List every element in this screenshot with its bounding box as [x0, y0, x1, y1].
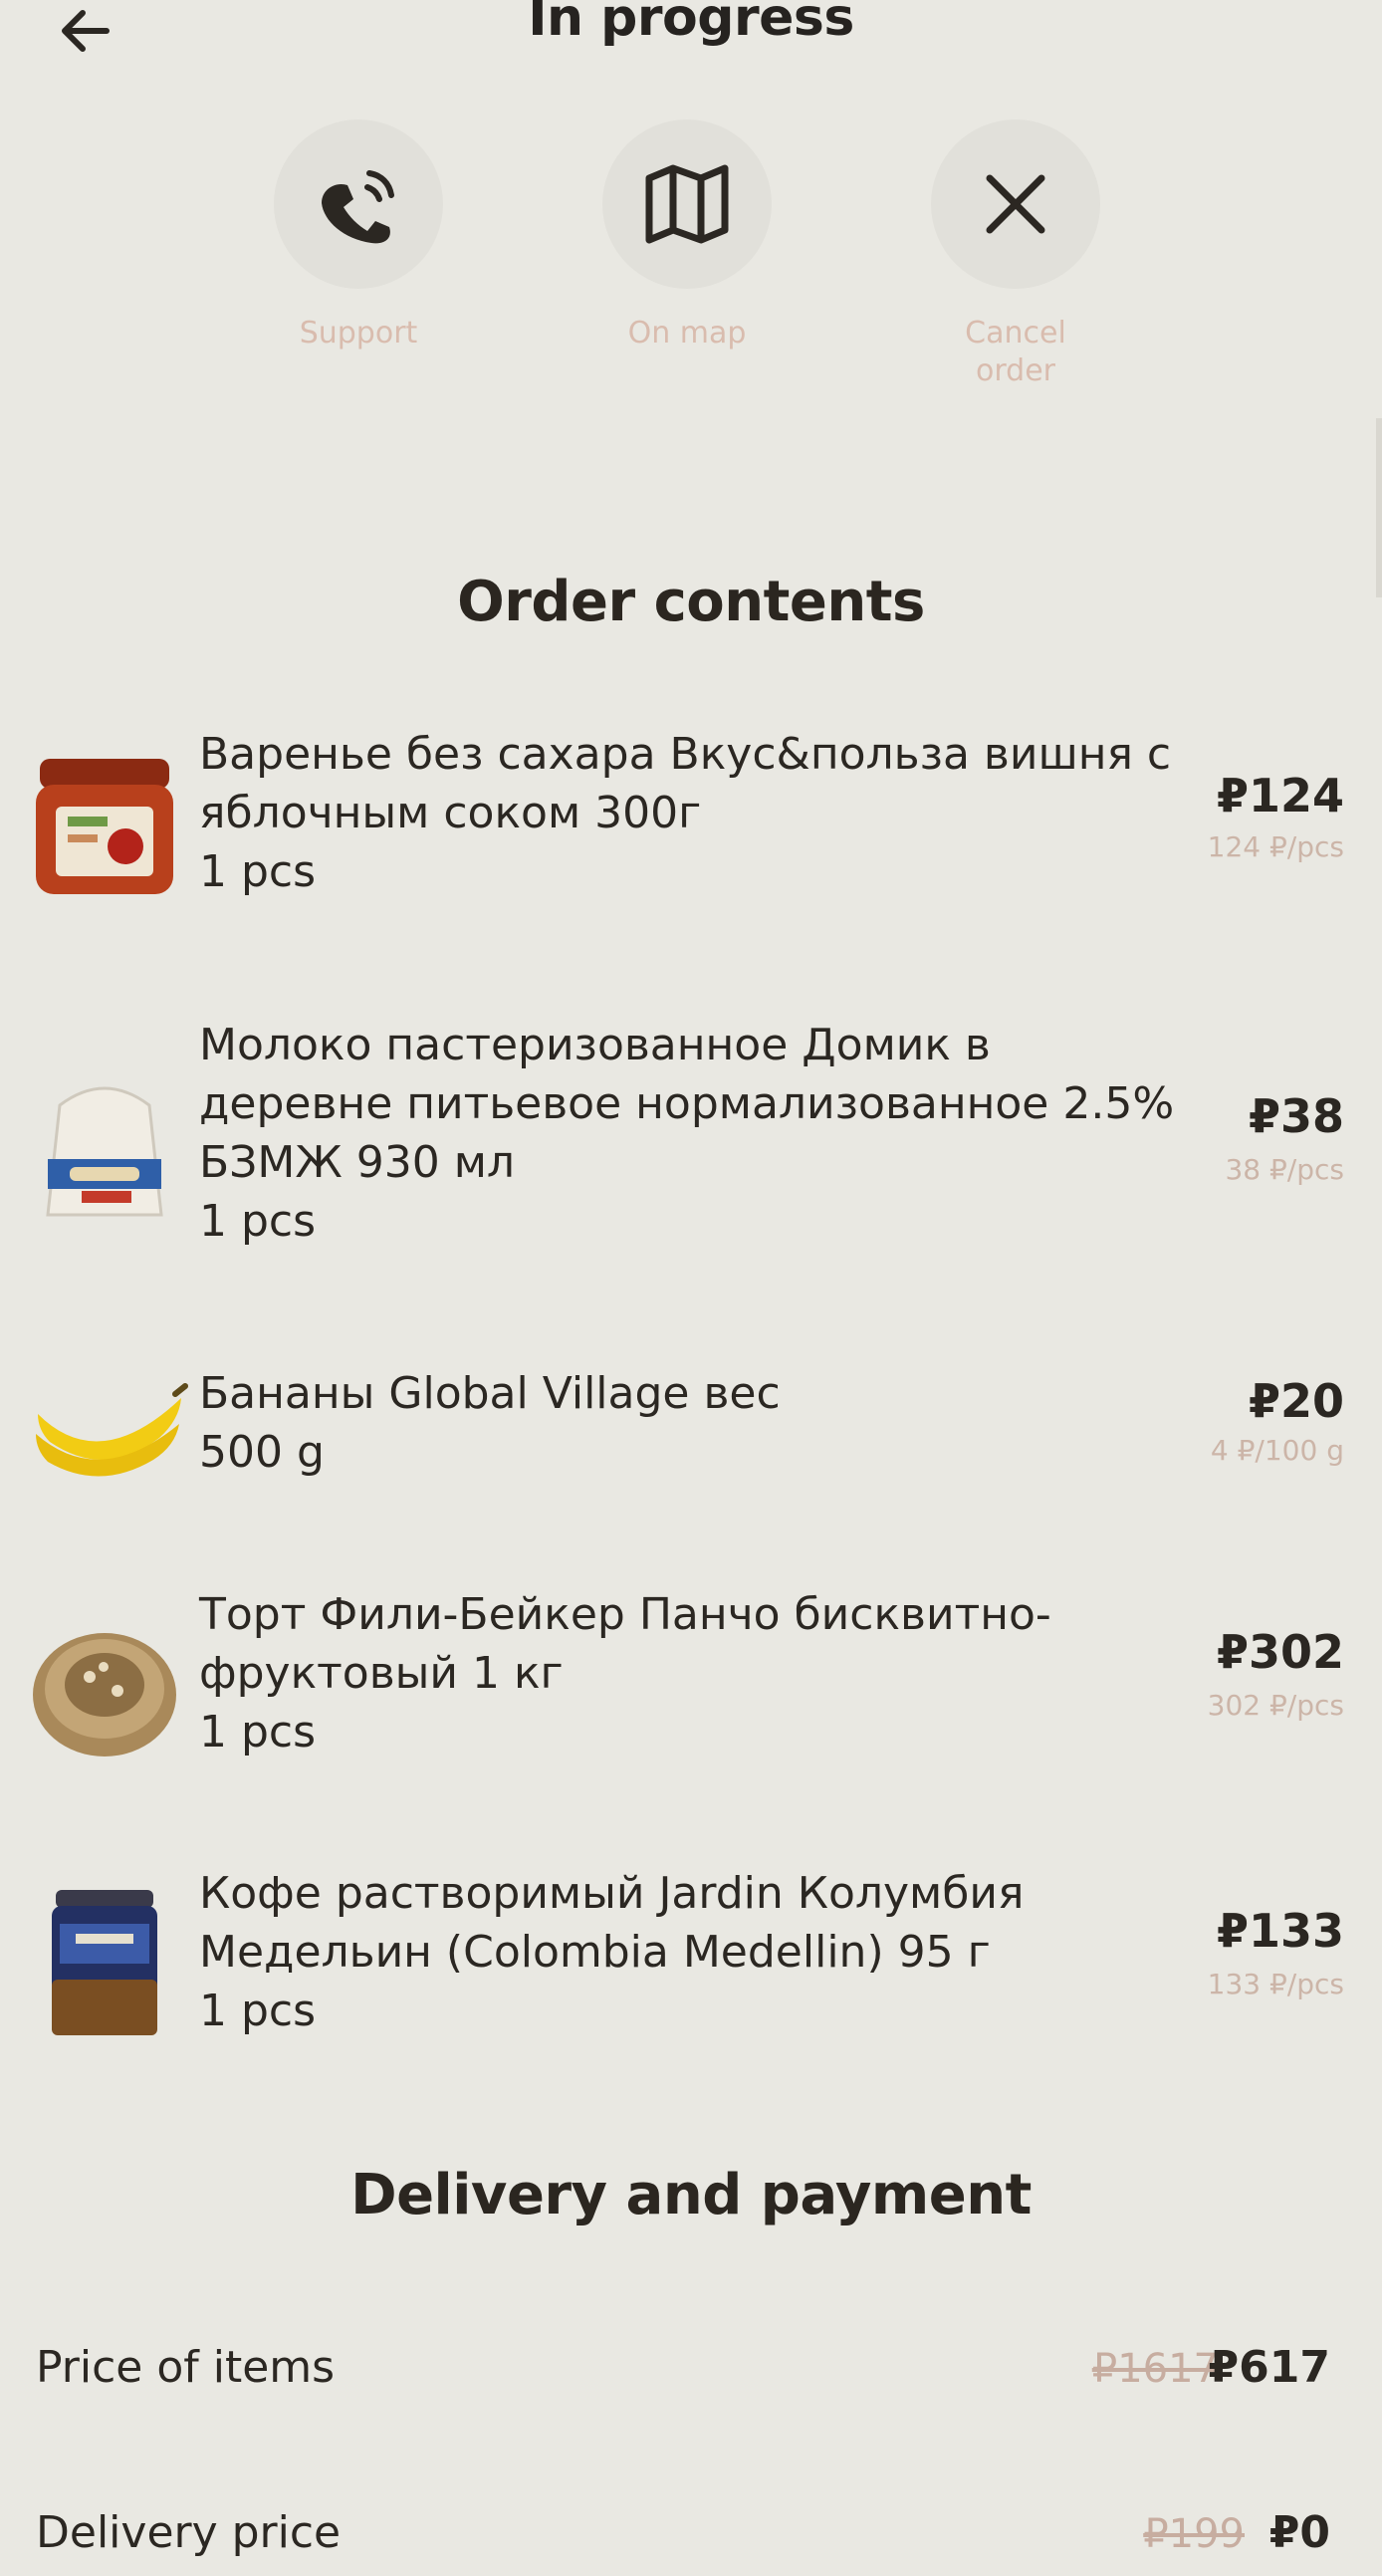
- product-image-cake: [30, 1615, 179, 1764]
- product-image-bananas: [30, 1358, 188, 1508]
- cancel-order-button[interactable]: Cancel order: [916, 119, 1115, 390]
- on-map-button[interactable]: On map: [587, 119, 787, 352]
- close-icon: [986, 174, 1045, 234]
- item-name: Молоко пастеризованное Домик в деревне п…: [199, 1020, 1175, 1188]
- item-name: Варенье без сахара Вкус&польза вишня с я…: [199, 729, 1172, 838]
- product-image-coffee: [30, 1884, 179, 2035]
- item-unit-price: 4 ₽/100 g: [1210, 1434, 1344, 1467]
- map-icon: [645, 164, 729, 244]
- item-unit-price: 124 ₽/pcs: [1207, 830, 1344, 863]
- item-name-block: Варенье без сахара Вкус&польза вишня с я…: [199, 725, 1175, 901]
- support-label: Support: [299, 316, 418, 351]
- item-unit-price: 302 ₽/pcs: [1207, 1689, 1344, 1722]
- item-name: Бананы Global Village вес: [199, 1368, 781, 1419]
- cancel-order-label: Cancel order: [965, 316, 1066, 388]
- product-image-milk: [30, 1075, 179, 1225]
- delivery-price-value: ₽0: [1268, 2507, 1330, 2558]
- delivery-price-label: Delivery price: [36, 2507, 342, 2558]
- item-quantity: 1 pcs: [199, 1707, 317, 1757]
- item-name: Кофе растворимый Jardin Колумбия Медельи…: [199, 1868, 1025, 1978]
- item-unit-price: 38 ₽/pcs: [1225, 1153, 1344, 1186]
- order-item[interactable]: Молоко пастеризованное Домик в деревне п…: [30, 1016, 1344, 1275]
- order-item[interactable]: Кофе растворимый Jardin Колумбия Медельи…: [30, 1864, 1344, 2053]
- phone-icon: [322, 170, 394, 244]
- item-quantity: 1 pcs: [199, 1986, 317, 2036]
- item-quantity: 500 g: [199, 1427, 325, 1478]
- delivery-price-old: ₽199: [1143, 2511, 1245, 2557]
- map-icon-circle: [602, 119, 772, 289]
- cancel-icon-circle: [931, 119, 1100, 289]
- item-price: ₽38: [1248, 1089, 1344, 1143]
- item-price: ₽302: [1216, 1625, 1344, 1679]
- item-name-block: Торт Фили-Бейкер Панчо бисквитно-фруктов…: [199, 1585, 1175, 1761]
- item-unit-price: 133 ₽/pcs: [1207, 1968, 1344, 2000]
- order-item[interactable]: Варенье без сахара Вкус&польза вишня с я…: [30, 725, 1344, 914]
- price-of-items-value: ₽617: [1208, 2342, 1330, 2393]
- item-price: ₽20: [1248, 1374, 1344, 1428]
- support-button[interactable]: Support: [259, 119, 458, 352]
- order-item[interactable]: Бананы Global Village вес 500 g ₽20 4 ₽/…: [30, 1364, 1344, 1494]
- top-bar: In progress: [0, 0, 1382, 90]
- on-map-label: On map: [627, 316, 747, 351]
- price-of-items-label: Price of items: [36, 2342, 336, 2393]
- item-name-block: Кофе растворимый Jardin Колумбия Медельи…: [199, 1864, 1175, 2040]
- order-item[interactable]: Торт Фили-Бейкер Панчо бисквитно-фруктов…: [30, 1585, 1344, 1774]
- support-icon-circle: [274, 119, 443, 289]
- item-name-block: Молоко пастеризованное Домик в деревне п…: [199, 1016, 1175, 1251]
- delivery-payment-title: Delivery and payment: [350, 2163, 1032, 2227]
- item-price: ₽124: [1216, 769, 1344, 822]
- screen-title: In progress: [528, 0, 854, 48]
- price-of-items-old: ₽1617: [1091, 2346, 1219, 2392]
- item-name-block: Бананы Global Village вес 500 g: [199, 1364, 1175, 1482]
- order-contents-title: Order contents: [457, 570, 925, 634]
- order-actions: Support On map Cancel order: [259, 119, 1155, 438]
- item-price: ₽133: [1216, 1904, 1344, 1958]
- product-image-jam: [30, 751, 179, 900]
- item-quantity: 1 pcs: [199, 1196, 317, 1247]
- item-name: Торт Фили-Бейкер Панчо бисквитно-фруктов…: [199, 1589, 1051, 1699]
- item-quantity: 1 pcs: [199, 846, 317, 897]
